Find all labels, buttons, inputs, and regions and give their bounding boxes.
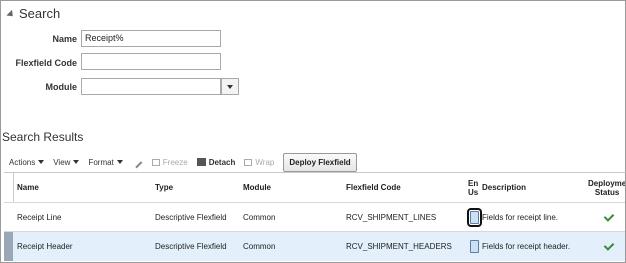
detach-icon (196, 158, 206, 166)
edit-button[interactable] (129, 155, 143, 169)
wrap-button[interactable]: Wrap (244, 158, 274, 167)
module-select[interactable] (81, 78, 239, 95)
search-section-header[interactable]: Search (6, 6, 61, 21)
chevron-down-icon (38, 160, 45, 164)
enabled-usage-cell[interactable] (470, 232, 479, 261)
row-description: Fields for receipt line. (482, 213, 559, 222)
wrap-icon (244, 158, 253, 166)
table-row[interactable]: Receipt Header Descriptive Flexfield Com… (4, 231, 625, 261)
results-toolbar: Actions View Format Freeze Detach Wrap D… (9, 152, 357, 172)
pencil-icon (129, 155, 143, 169)
name-input[interactable]: Receipt% (81, 30, 221, 47)
view-label: View (53, 157, 71, 167)
view-menu[interactable]: View (53, 157, 80, 167)
table-row[interactable]: Receipt Line Descriptive Flexfield Commo… (4, 202, 625, 232)
column-header-module[interactable]: Module (243, 173, 271, 202)
freeze-button[interactable]: Freeze (151, 157, 188, 167)
row-module: Common (243, 213, 276, 222)
search-title: Search (19, 6, 61, 21)
chevron-down-icon (73, 160, 80, 164)
freeze-label: Freeze (162, 157, 188, 167)
column-header-enabled-usage[interactable]: En Us (468, 173, 480, 202)
format-label: Format (88, 157, 114, 167)
actions-label: Actions (9, 157, 36, 167)
column-header-description[interactable]: Description (482, 173, 526, 202)
row-description: Fields for receipt header. (482, 242, 571, 251)
deployment-status-cell (603, 203, 615, 232)
name-label: Name (52, 34, 77, 44)
actions-menu[interactable]: Actions (9, 157, 45, 167)
freeze-icon (151, 158, 160, 166)
detach-button[interactable]: Detach (196, 157, 236, 167)
row-module: Common (243, 242, 276, 251)
detach-label: Detach (208, 157, 236, 167)
row-flexfield-code: RCV_SHIPMENT_HEADERS (346, 242, 452, 251)
flexfield-code-input[interactable] (81, 53, 221, 70)
wrap-label: Wrap (255, 157, 275, 167)
row-type: Descriptive Flexfield (155, 213, 227, 222)
document-icon[interactable] (470, 240, 479, 253)
collapse-triangle-icon[interactable] (6, 9, 16, 19)
column-header-deployment-status[interactable]: Deployme Status (588, 173, 625, 202)
column-header-type[interactable]: Type (155, 173, 173, 202)
results-table: Name Type Module Flexfield Code En Us De… (4, 172, 626, 262)
row-name: Receipt Header (17, 242, 73, 251)
document-icon[interactable] (467, 208, 482, 227)
module-dropdown-button[interactable] (221, 78, 239, 95)
row-header-column (4, 173, 14, 202)
row-type: Descriptive Flexfield (155, 242, 227, 251)
enabled-usage-cell[interactable] (467, 203, 482, 232)
chevron-down-icon (116, 160, 123, 164)
selected-row-marker (4, 232, 13, 261)
flexfield-code-label: Flexfield Code (15, 58, 77, 68)
search-results-title: Search Results (2, 130, 84, 144)
checkmark-icon (603, 239, 615, 251)
module-select-value[interactable] (81, 78, 221, 95)
deployment-status-cell (603, 232, 615, 261)
module-label: Module (45, 82, 78, 92)
deploy-flexfield-button[interactable]: Deploy Flexfield (283, 152, 357, 172)
column-header-flexfield-code[interactable]: Flexfield Code (346, 173, 401, 202)
row-flexfield-code: RCV_SHIPMENT_LINES (346, 213, 437, 222)
column-header-name[interactable]: Name (17, 173, 39, 202)
checkmark-icon (603, 210, 615, 222)
format-menu[interactable]: Format (88, 157, 123, 167)
chevron-down-icon (227, 84, 233, 89)
row-name: Receipt Line (17, 213, 62, 222)
